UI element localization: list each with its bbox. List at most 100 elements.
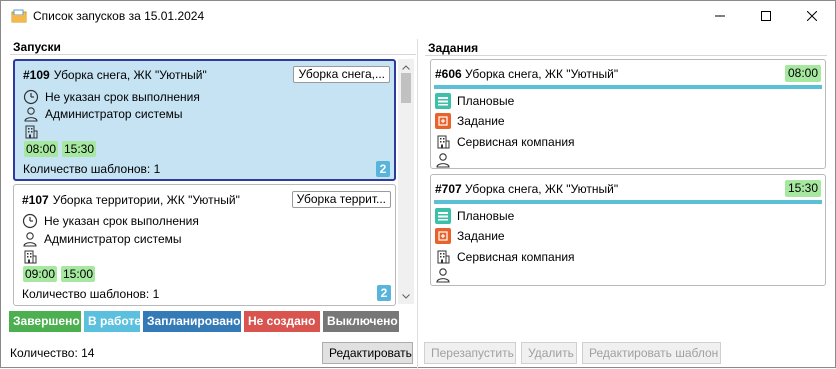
task-card-header: #606 Уборка снега, ЖК "Уютный" [435, 67, 618, 81]
launch-badge: 2 [376, 161, 390, 177]
launches-count: Количество: 14 [10, 346, 95, 360]
edit-template-button[interactable]: Редактировать шаблон [582, 342, 721, 364]
launch-number: #109 [23, 68, 50, 82]
launches-list[interactable]: #109 Уборка снега, ЖК "Уютный" Уборка сн… [10, 56, 416, 306]
launch-user-row: Администратор системы [22, 231, 182, 247]
status-planned-button[interactable]: Запланировано [143, 311, 241, 332]
edit-button[interactable]: Редактировать [322, 342, 413, 364]
minimize-icon [715, 15, 725, 17]
task-icon [435, 113, 451, 129]
task-kind: Задание [457, 114, 505, 128]
restart-button[interactable]: Перезапустить [424, 342, 516, 364]
task-card[interactable]: #606 Уборка снега, ЖК "Уютный" 08:00 Пла… [430, 59, 826, 169]
launch-card[interactable]: #107 Уборка территории, ЖК "Уютный" Убор… [13, 184, 396, 306]
close-icon [807, 11, 817, 21]
task-time: 08:00 [784, 65, 821, 82]
status-in-progress-button[interactable]: В работе [84, 311, 141, 332]
planned-icon [435, 93, 451, 109]
task-type: Плановые [457, 94, 515, 108]
scroll-down-button[interactable] [398, 288, 414, 304]
time-chip: 15:30 [62, 141, 97, 157]
scroll-thumb[interactable] [401, 73, 411, 103]
task-kind-row: Задание [435, 228, 505, 244]
task-number: #606 [435, 67, 462, 81]
status-completed-button[interactable]: Завершено [9, 311, 81, 332]
close-button[interactable] [789, 1, 835, 31]
building-icon [435, 134, 451, 150]
clock-icon [23, 89, 39, 105]
delete-button[interactable]: Удалить [521, 342, 577, 364]
launches-section-title: Запуски [13, 40, 61, 54]
status-disabled-button[interactable]: Выключено [323, 311, 399, 332]
time-chip: 08:00 [24, 141, 59, 157]
launch-times: 09:00 15:00 [23, 266, 223, 282]
launch-user: Администратор системы [45, 107, 183, 121]
launch-object-row [22, 249, 44, 265]
user-icon [23, 106, 39, 122]
user-icon [435, 267, 451, 283]
title-bar: Список запусков за 15.01.2024 [1, 1, 835, 31]
launch-user: Администратор системы [44, 232, 182, 246]
time-chip: 09:00 [23, 266, 58, 282]
tasks-section-title: Задания [428, 41, 479, 55]
task-company-row: Сервисная компания [435, 249, 575, 265]
task-kind: Задание [457, 229, 505, 243]
building-icon [23, 124, 39, 140]
folder-icon [11, 9, 27, 23]
launch-templates-count: Количество шаблонов: 1 [23, 162, 161, 176]
launch-deadline: Не указан срок выполнения [45, 90, 200, 104]
building-icon [22, 249, 38, 265]
tasks-divider [425, 55, 827, 56]
task-company: Сервисная компания [457, 135, 575, 149]
task-type-row: Плановые [435, 93, 514, 109]
window-title: Список запусков за 15.01.2024 [33, 9, 205, 23]
maximize-button[interactable] [743, 1, 789, 31]
launch-name: Уборка территории, ЖК "Уютный" [52, 193, 240, 207]
task-time: 15:30 [784, 180, 821, 197]
launch-deadline-row: Не указан срок выполнения [23, 89, 200, 105]
maximize-icon [761, 11, 771, 21]
task-progress-bar [434, 200, 822, 204]
launch-times: 08:00 15:30 [24, 141, 224, 157]
app-window: Список запусков за 15.01.2024 Запуски #1… [0, 0, 836, 369]
task-progress-bar [434, 85, 822, 89]
launch-user-row: Администратор системы [23, 106, 183, 122]
launches-scrollbar[interactable] [398, 59, 414, 304]
task-icon [435, 228, 451, 244]
launches-divider [10, 54, 416, 55]
user-icon [22, 231, 38, 247]
panel-splitter[interactable] [417, 39, 418, 369]
launch-object-row [23, 124, 45, 140]
user-icon [435, 152, 451, 168]
task-type: Плановые [457, 209, 515, 223]
task-user-row [435, 267, 457, 283]
task-name: Уборка снега, ЖК "Уютный" [465, 182, 619, 196]
launch-card-header: #107 Уборка территории, ЖК "Уютный" [22, 193, 240, 207]
launch-name: Уборка снега, ЖК "Уютный" [53, 68, 207, 82]
task-user-row [435, 152, 457, 168]
chevron-up-icon [402, 64, 410, 70]
task-type-row: Плановые [435, 208, 514, 224]
status-not-created-button[interactable]: Не создано [244, 311, 320, 332]
launch-template-button[interactable]: Уборка террит... [291, 191, 391, 208]
launch-card[interactable]: #109 Уборка снега, ЖК "Уютный" Уборка сн… [13, 59, 396, 181]
launch-deadline: Не указан срок выполнения [44, 214, 199, 228]
time-chip: 15:00 [61, 266, 96, 282]
building-icon [435, 249, 451, 265]
minimize-button[interactable] [697, 1, 743, 31]
task-card-header: #707 Уборка снега, ЖК "Уютный" [435, 182, 618, 196]
launch-number: #107 [22, 193, 49, 207]
planned-icon [435, 208, 451, 224]
task-card[interactable]: #707 Уборка снега, ЖК "Уютный" 15:30 Пла… [430, 174, 826, 286]
task-company: Сервисная компания [457, 250, 575, 264]
clock-icon [22, 213, 38, 229]
launch-template-button[interactable]: Уборка снега,... [293, 66, 390, 83]
task-company-row: Сервисная компания [435, 134, 575, 150]
launch-card-header: #109 Уборка снега, ЖК "Уютный" [23, 68, 207, 82]
launch-badge: 2 [377, 285, 391, 301]
launch-templates-count: Количество шаблонов: 1 [22, 287, 160, 301]
task-number: #707 [435, 182, 462, 196]
task-kind-row: Задание [435, 113, 505, 129]
chevron-down-icon [402, 293, 410, 299]
launch-deadline-row: Не указан срок выполнения [22, 213, 199, 229]
